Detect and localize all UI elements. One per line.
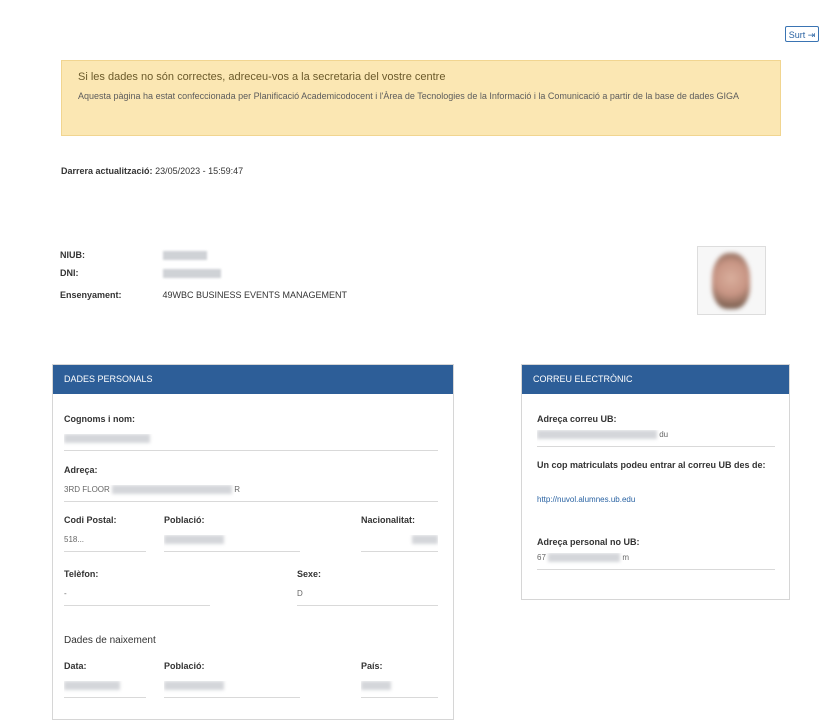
sex-field: Sexe: D (297, 569, 438, 606)
photo-face-blurred (712, 253, 750, 309)
alert-title: Si les dades no són correctes, adreceu-v… (78, 71, 446, 83)
name-field: Cognoms i nom: (64, 414, 438, 451)
name-redacted (64, 434, 150, 444)
city-field: Població: (164, 515, 300, 552)
sex-label: Sexe: (297, 569, 322, 579)
ensenyament-label: Ensenyament: (60, 290, 122, 300)
birth-city-value (164, 681, 300, 698)
dni-row: DNI: (60, 268, 221, 279)
nationality-label: Nacionalitat: (361, 515, 416, 525)
sex-value: D (297, 589, 438, 606)
birth-date-field: Data: (64, 661, 146, 698)
personal-email-redacted (548, 553, 621, 563)
niub-value-redacted (162, 251, 207, 261)
last-update-value: 23/05/2023 - 15:59:47 (155, 166, 244, 176)
name-value (64, 434, 438, 451)
city-value (164, 535, 300, 552)
dni-value-redacted (162, 269, 221, 279)
student-photo (697, 246, 766, 315)
niub-row: NIUB: (60, 250, 207, 261)
personal-data-header: DADES PERSONALS (53, 365, 453, 394)
birth-data-title: Dades de naixement (64, 635, 156, 646)
city-redacted (164, 535, 224, 545)
address-redacted (112, 485, 233, 495)
city-label: Població: (164, 515, 205, 525)
last-update: Darrera actualització: 23/05/2023 - 15:5… (61, 166, 243, 176)
email-panel: CORREU ELECTRÒNIC Adreça correu UB: du U… (521, 364, 790, 600)
birth-country-redacted (361, 681, 391, 691)
ub-email-suffix: du (659, 430, 669, 439)
birth-country-value (361, 681, 438, 698)
ub-email-label: Adreça correu UB: (537, 414, 617, 424)
address-text: 3RD FLOOR (64, 485, 110, 494)
postal-field: Codi Postal: 518... (64, 515, 146, 552)
personal-email-prefix: 67 (537, 553, 546, 562)
nationality-redacted (412, 535, 438, 545)
birth-city-label: Població: (164, 661, 205, 671)
ub-email-info: Un cop matriculats podeu entrar al corre… (537, 460, 766, 470)
address-value: 3RD FLOOR R (64, 485, 438, 502)
postal-value: 518... (64, 535, 146, 552)
logout-label: Surt (788, 30, 806, 40)
ub-webmail-link[interactable]: http://nuvol.alumnes.ub.edu (537, 495, 635, 504)
nationality-field: Nacionalitat: (361, 515, 438, 552)
niub-label: NIUB: (60, 250, 85, 260)
name-label: Cognoms i nom: (64, 414, 135, 424)
email-header: CORREU ELECTRÒNIC (522, 365, 789, 394)
birth-country-field: País: (361, 661, 438, 698)
dni-label: DNI: (60, 268, 79, 278)
ub-email-field: Adreça correu UB: du (537, 414, 775, 447)
alert-body: Aquesta pàgina ha estat confeccionada pe… (78, 91, 739, 101)
address-suffix: R (234, 485, 241, 494)
personal-email-label: Adreça personal no UB: (537, 537, 640, 547)
birth-date-label: Data: (64, 661, 87, 671)
ensenyament-row: Ensenyament: 49WBC BUSINESS EVENTS MANAG… (60, 290, 347, 300)
ensenyament-value: 49WBC BUSINESS EVENTS MANAGEMENT (162, 290, 348, 300)
phone-label: Telèfon: (64, 569, 99, 579)
logout-button[interactable]: Surt ⇥ (785, 26, 819, 42)
postal-label: Codi Postal: (64, 515, 117, 525)
birth-date-redacted (64, 681, 120, 691)
birth-date-value (64, 681, 146, 698)
personal-email-value: 67 m (537, 553, 775, 570)
address-field: Adreça: 3RD FLOOR R (64, 465, 438, 502)
ub-email-redacted (537, 430, 657, 440)
phone-field: Telèfon: - (64, 569, 210, 606)
personal-email-suffix: m (622, 553, 630, 562)
phone-value: - (64, 589, 210, 606)
nationality-value (361, 535, 438, 552)
last-update-label: Darrera actualització: (61, 166, 153, 176)
warning-alert: Si les dades no són correctes, adreceu-v… (61, 60, 781, 136)
personal-email-field: Adreça personal no UB: 67 m (537, 537, 775, 570)
address-label: Adreça: (64, 465, 98, 475)
logout-icon: ⇥ (807, 30, 816, 40)
personal-data-panel: DADES PERSONALS Cognoms i nom: Adreça: 3… (52, 364, 454, 720)
birth-country-label: País: (361, 661, 383, 671)
birth-city-redacted (164, 681, 224, 691)
birth-city-field: Població: (164, 661, 300, 698)
ub-email-value: du (537, 430, 775, 447)
